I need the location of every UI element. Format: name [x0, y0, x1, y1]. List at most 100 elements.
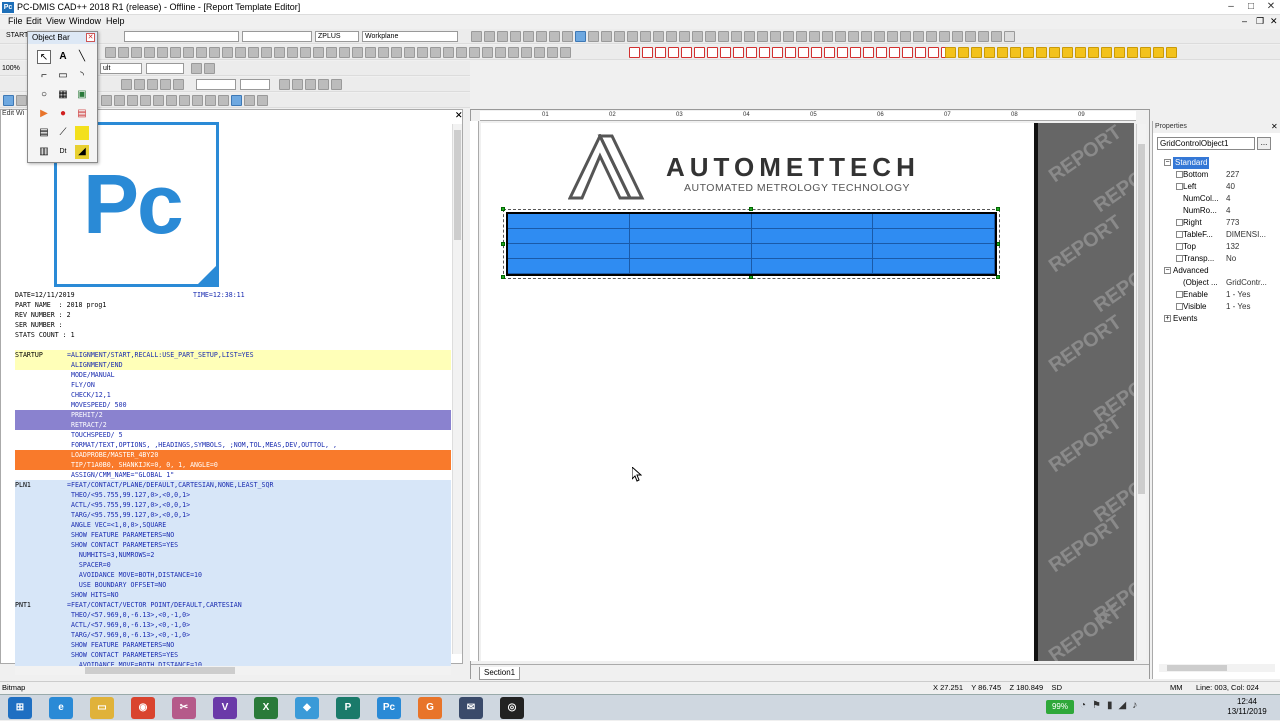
tool-icon[interactable] [549, 31, 560, 42]
resize-handle[interactable] [501, 275, 505, 279]
rectangle-icon[interactable]: ▭ [56, 69, 70, 83]
zoom-out-icon[interactable] [114, 95, 125, 106]
align-left-icon[interactable] [147, 79, 158, 90]
property-row[interactable]: TableF... DIMENSI... [1153, 229, 1280, 241]
tool-icon[interactable] [170, 47, 181, 58]
code-line[interactable]: ACTL/<57.969,0,-6.13>,<0,-1,0> [15, 620, 451, 630]
mdi-restore-button[interactable]: ❐ [1256, 16, 1264, 27]
undo-icon[interactable] [244, 95, 255, 106]
report-page[interactable] [481, 123, 1034, 661]
align-center-icon[interactable] [160, 79, 171, 90]
grid-cell[interactable] [873, 214, 995, 229]
properties-close-button[interactable]: ✕ [1271, 122, 1278, 131]
dimension-icon[interactable] [1127, 47, 1138, 58]
tool-icon[interactable] [274, 47, 285, 58]
dimension-icon[interactable] [1114, 47, 1125, 58]
grid-cell[interactable] [508, 214, 630, 229]
tool-icon[interactable] [547, 47, 558, 58]
mdi-close-button[interactable]: ✕ [1270, 16, 1278, 27]
property-value[interactable]: DIMENSI... [1226, 229, 1266, 241]
code-line[interactable]: FORMAT/TEXT,OPTIONS, ,HEADINGS,SYMBOLS, … [15, 440, 451, 450]
orange-app-icon[interactable]: G [418, 697, 442, 719]
tool-icon[interactable] [456, 47, 467, 58]
property-checkbox[interactable] [1176, 171, 1183, 178]
tool-icon[interactable] [191, 63, 202, 74]
feature-icon[interactable] [668, 47, 679, 58]
grid-cell[interactable] [751, 259, 874, 274]
resize-handle[interactable] [749, 207, 753, 211]
tool-icon[interactable] [731, 31, 742, 42]
dimension-icon[interactable] [1023, 47, 1034, 58]
property-section[interactable]: − Standard [1153, 157, 1280, 169]
menu-edit[interactable]: Edit [26, 16, 42, 26]
grid-cell[interactable] [751, 214, 874, 229]
workplane-combo[interactable]: Workplane [362, 31, 458, 42]
tool-icon[interactable] [127, 95, 138, 106]
dimension-icon[interactable]: Dt [56, 145, 70, 159]
tool-icon[interactable] [627, 31, 638, 42]
grid-cell[interactable] [629, 259, 752, 274]
tool-icon[interactable] [536, 31, 547, 42]
tool-icon[interactable] [469, 47, 480, 58]
property-value[interactable]: 1 - Yes [1226, 301, 1250, 313]
pcdmis-icon[interactable]: Pc [377, 697, 401, 719]
edit-window-vscroll[interactable] [452, 124, 462, 654]
toolbar-combo-2[interactable] [242, 31, 312, 42]
tool-icon[interactable] [391, 47, 402, 58]
tool-icon[interactable] [209, 47, 220, 58]
tool-icon[interactable] [588, 31, 599, 42]
property-checkbox[interactable] [1176, 291, 1183, 298]
tool-icon[interactable] [510, 31, 521, 42]
code-line[interactable]: DATE=12/11/2019 TIME=12:38:11 [15, 290, 451, 300]
dimension-icon[interactable] [997, 47, 1008, 58]
property-value[interactable]: 4 [1226, 205, 1230, 217]
tool-icon[interactable] [497, 31, 508, 42]
tool-icon[interactable] [1004, 31, 1015, 42]
code-line[interactable]: SHOW CONTACT PARAMETERS=YES [15, 650, 451, 660]
grid-cell[interactable] [751, 229, 874, 244]
tool-icon[interactable] [523, 31, 534, 42]
explorer-icon[interactable]: ▭ [90, 697, 114, 719]
tool-icon[interactable] [157, 47, 168, 58]
feature-icon[interactable] [772, 47, 783, 58]
dimension-icon[interactable] [1075, 47, 1086, 58]
expand-toggle-icon[interactable]: + [1164, 315, 1171, 322]
scroll-thumb[interactable] [454, 130, 461, 240]
feature-icon[interactable] [720, 47, 731, 58]
tool-icon[interactable] [352, 47, 363, 58]
tool-icon[interactable] [705, 31, 716, 42]
scroll-thumb[interactable] [1138, 144, 1145, 494]
code-line[interactable]: SHOW FEATURE PARAMETERS=NO [15, 640, 451, 650]
ellipse-icon[interactable]: ○ [37, 88, 51, 102]
size-combo[interactable] [146, 63, 184, 74]
dimension-icon[interactable] [1049, 47, 1060, 58]
tool-icon[interactable] [679, 31, 690, 42]
tool-icon[interactable] [443, 47, 454, 58]
property-row[interactable]: NumCol... 4 [1153, 193, 1280, 205]
property-value[interactable]: 773 [1226, 217, 1239, 229]
property-checkbox[interactable] [1176, 219, 1183, 226]
system-tray-icons[interactable]: ◔⚑▮◢♪ [1080, 700, 1200, 711]
grid-cell[interactable] [508, 229, 630, 244]
tool-icon[interactable] [900, 31, 911, 42]
property-row[interactable]: Right 773 [1153, 217, 1280, 229]
menu-window[interactable]: Window [69, 16, 101, 26]
menu-help[interactable]: Help [106, 16, 125, 26]
clock-date[interactable]: 13/11/2019 [1222, 707, 1272, 716]
tool-icon[interactable] [640, 31, 651, 42]
code-line[interactable]: TIP/T1A0B0, SHANKIJK=0, 0, 1, ANGLE=0 [15, 460, 451, 470]
grid-cell[interactable] [629, 244, 752, 259]
code-line[interactable]: ACTL/<95.755,99.127,0>,<0,0,1> [15, 500, 451, 510]
tool-icon[interactable] [887, 31, 898, 42]
tool-icon[interactable] [287, 47, 298, 58]
code-line[interactable]: CHECK/12,1 [15, 390, 451, 400]
polyline-icon[interactable]: ⌐ [37, 69, 51, 83]
tool-icon[interactable] [153, 95, 164, 106]
property-checkbox[interactable] [1176, 255, 1183, 262]
camera-icon[interactable]: ◎ [500, 697, 524, 719]
tool-icon[interactable] [770, 31, 781, 42]
tool-icon[interactable] [482, 47, 493, 58]
tool-icon[interactable] [131, 47, 142, 58]
tool-icon[interactable] [534, 47, 545, 58]
image-icon[interactable]: ▣ [75, 88, 89, 102]
